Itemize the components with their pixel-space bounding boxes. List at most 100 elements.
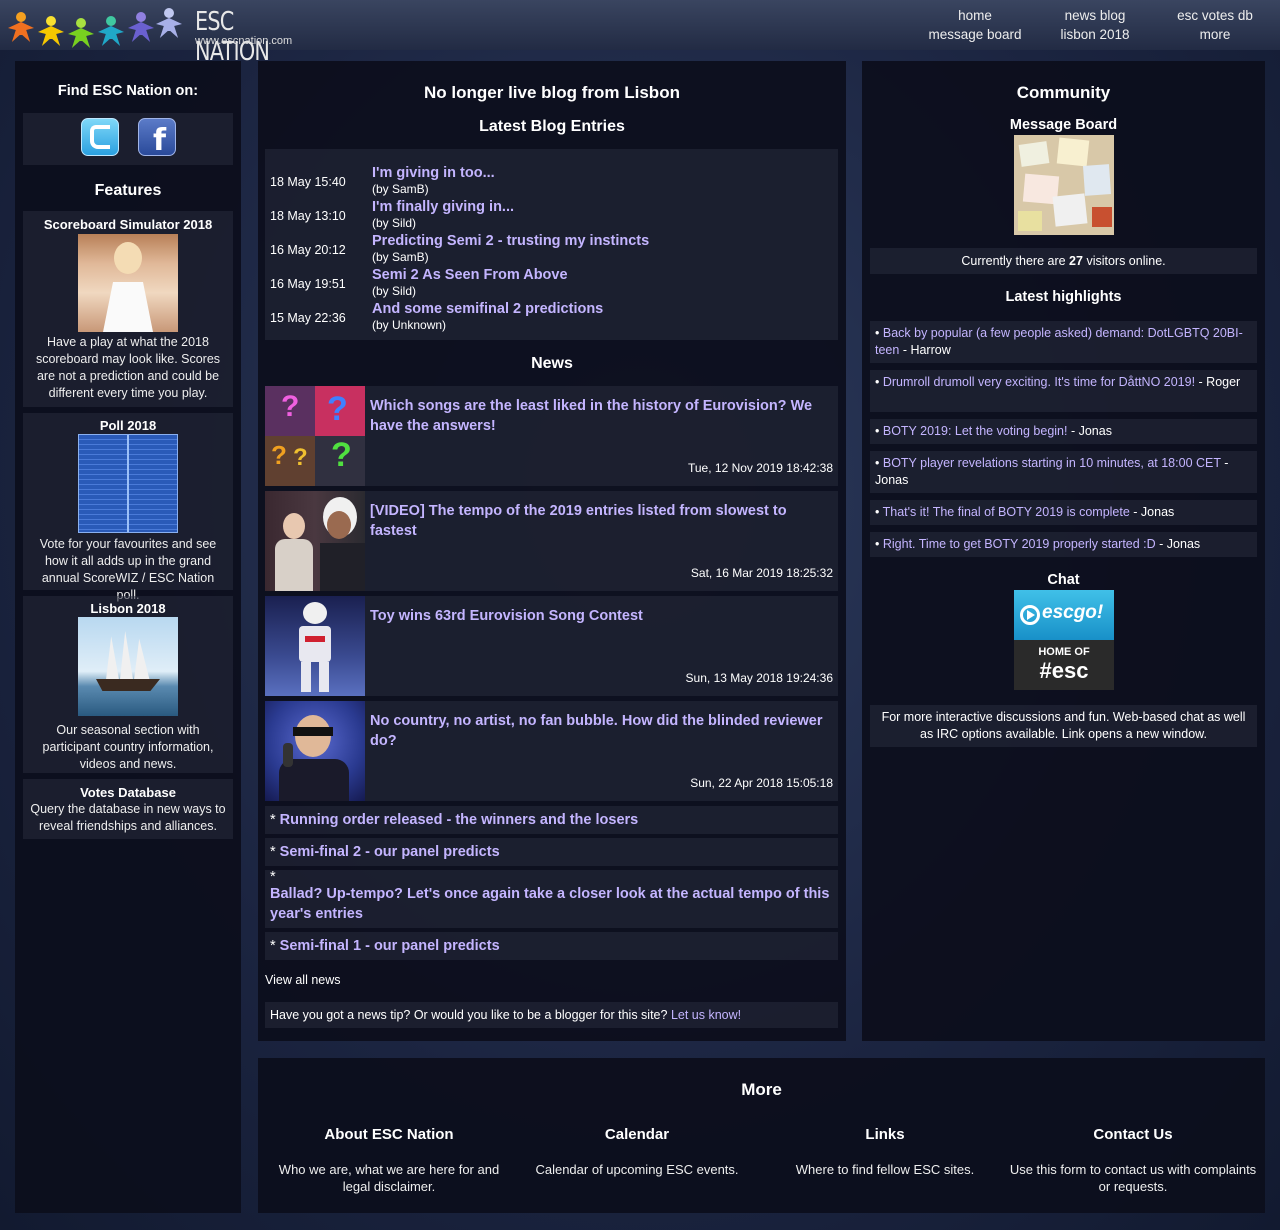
news-link[interactable]: * Ballad? Up-tempo? Let's once again take… (265, 870, 838, 928)
escgo-logo-text: escgo! (1042, 602, 1104, 623)
more-col-title[interactable]: About ESC Nation (264, 1126, 514, 1143)
blog-date: 18 May 13:10 (270, 209, 346, 223)
highlight-item[interactable]: • Drumroll drumoll very exciting. It's t… (870, 370, 1257, 412)
nav-more[interactable]: more (1165, 25, 1265, 44)
highlight-link[interactable]: That's it! The final of BOTY 2019 is com… (883, 505, 1130, 519)
highlight-item[interactable]: • Back by popular (a few people asked) d… (870, 321, 1257, 363)
news-item[interactable]: ? ? ? ? ? Which songs are the least like… (265, 386, 838, 486)
nav-news-blog[interactable]: news blog (1045, 6, 1145, 25)
more-col-desc: Who we are, what we are here for and leg… (278, 1162, 500, 1194)
page-title: No longer live blog from Lisbon (424, 83, 680, 102)
blog-author: (by SamB) (372, 182, 429, 196)
more-about[interactable]: About ESC Nation Who we are, what we are… (264, 1126, 514, 1195)
highlight-item[interactable]: • BOTY player revelations starting in 10… (870, 451, 1257, 493)
nav-esc-votes-db[interactable]: esc votes db (1165, 6, 1265, 25)
visitors-post: visitors online. (1086, 254, 1166, 268)
blog-title[interactable]: And some semifinal 2 predictions (372, 301, 603, 317)
news-link-text[interactable]: Semi-final 2 - our panel predicts (280, 844, 500, 860)
chat-channel: #esc (1039, 658, 1089, 683)
blog-title[interactable]: Predicting Semi 2 - trusting my instinct… (372, 233, 649, 249)
highlights-title: Latest highlights (1005, 289, 1122, 305)
feature-name: Lisbon 2018 (90, 601, 166, 616)
blog-title[interactable]: I'm finally giving in... (372, 199, 514, 215)
blog-entry[interactable]: 18 May 13:10 I'm finally giving in... (b… (265, 199, 838, 233)
message-board-image[interactable] (1014, 135, 1114, 235)
logo-people-graphic (6, 6, 191, 48)
more-col-desc: Where to find fellow ESC sites. (795, 1162, 975, 1177)
blog-entry[interactable]: 16 May 20:12 Predicting Semi 2 - trustin… (265, 233, 838, 267)
facebook-icon[interactable]: f (138, 118, 176, 158)
news-date: Sun, 13 May 2018 19:24:36 (685, 671, 833, 685)
news-item[interactable]: [VIDEO] The tempo of the 2019 entries li… (265, 491, 838, 591)
nav-message-board[interactable]: message board (925, 25, 1025, 44)
news-tip-link[interactable]: Let us know! (671, 1008, 741, 1022)
news-title[interactable]: No country, no artist, no fan bubble. Ho… (370, 711, 825, 751)
highlight-item[interactable]: • Right. Time to get BOTY 2019 properly … (870, 532, 1257, 557)
more-col-title[interactable]: Links (760, 1126, 1010, 1143)
news-link-text[interactable]: Semi-final 1 - our panel predicts (280, 938, 500, 954)
blog-author: (by SamB) (372, 250, 429, 264)
highlight-item[interactable]: • That's it! The final of BOTY 2019 is c… (870, 500, 1257, 525)
blog-entry[interactable]: 18 May 15:40 I'm giving in too... (by Sa… (265, 165, 838, 199)
blog-date: 15 May 22:36 (270, 311, 346, 325)
blog-author: (by Unknown) (372, 318, 447, 332)
feature-name: Votes Database (80, 785, 176, 800)
news-title[interactable]: Toy wins 63rd Eurovision Song Contest (370, 606, 825, 626)
twitter-icon[interactable] (81, 118, 119, 156)
news-title[interactable]: [VIDEO] The tempo of the 2019 entries li… (370, 501, 825, 541)
blog-entry[interactable]: 16 May 19:51 Semi 2 As Seen From Above (… (265, 267, 838, 301)
view-all-news-link[interactable]: View all news (265, 973, 341, 987)
feature-scoreboard[interactable]: Scoreboard Simulator 2018 Have a play at… (23, 211, 233, 407)
feature-lisbon[interactable]: Lisbon 2018 Our seasonal section with pa… (23, 596, 233, 773)
more-col-title[interactable]: Contact Us (1008, 1126, 1258, 1143)
nav-lisbon-2018[interactable]: lisbon 2018 (1045, 25, 1145, 44)
feature-votes-db[interactable]: Votes Database Query the database in new… (23, 779, 233, 839)
news-tip-text: Have you got a news tip? Or would you li… (270, 1008, 668, 1022)
blog-title[interactable]: I'm giving in too... (372, 165, 495, 181)
nav-group-3: esc votes db more (1165, 6, 1265, 44)
highlight-item[interactable]: • BOTY 2019: Let the voting begin! - Jon… (870, 419, 1257, 444)
news-item[interactable]: Toy wins 63rd Eurovision Song Contest Su… (265, 596, 838, 696)
news-tip-box: Have you got a news tip? Or would you li… (265, 1002, 838, 1028)
blog-entry[interactable]: 15 May 22:36 And some semifinal 2 predic… (265, 301, 838, 335)
highlight-author: Jonas (1140, 505, 1175, 519)
blog-title[interactable]: Semi 2 As Seen From Above (372, 267, 568, 283)
news-title[interactable]: Which songs are the least liked in the h… (370, 396, 825, 436)
escgo-chat-logo[interactable]: escgo! HOME OF #esc (1014, 590, 1114, 690)
more-links[interactable]: Links Where to find fellow ESC sites. (760, 1126, 1010, 1178)
feature-poll[interactable]: Poll 2018 Vote for your favourites and s… (23, 413, 233, 602)
blog-section-title: Latest Blog Entries (479, 118, 625, 135)
message-board-title[interactable]: Message Board (862, 117, 1265, 133)
highlight-author: Jonas (1166, 537, 1201, 551)
more-calendar[interactable]: Calendar Calendar of upcoming ESC events… (512, 1126, 762, 1178)
news-item[interactable]: No country, no artist, no fan bubble. Ho… (265, 701, 838, 801)
news-link-text[interactable]: Running order released - the winners and… (280, 812, 639, 828)
news-thumb-blindfolded-singer (265, 701, 365, 801)
feature-desc: Have a play at what the 2018 scoreboard … (35, 335, 221, 400)
highlight-link[interactable]: BOTY 2019: Let the voting begin! (883, 424, 1068, 438)
feature-name: Poll 2018 (99, 418, 157, 433)
poll-scoreboard-image (78, 434, 178, 533)
highlight-link[interactable]: Drumroll drumoll very exciting. It's tim… (883, 375, 1195, 389)
news-link[interactable]: * Semi-final 2 - our panel predicts (265, 838, 838, 866)
social-links: f (23, 113, 233, 165)
highlight-author: Jonas (1078, 424, 1112, 438)
news-link-text[interactable]: Ballad? Up-tempo? Let's once again take … (270, 886, 829, 922)
news-link[interactable]: * Semi-final 1 - our panel predicts (265, 932, 838, 960)
blog-date: 16 May 20:12 (270, 243, 346, 257)
more-section: More About ESC Nation Who we are, what w… (258, 1058, 1265, 1213)
nav-home[interactable]: home (925, 6, 1025, 25)
news-link[interactable]: * Running order released - the winners a… (265, 806, 838, 834)
visitors-online: Currently there are 27 visitors online. (870, 248, 1257, 274)
news-date: Sun, 22 Apr 2018 15:05:18 (690, 776, 833, 790)
news-date: Tue, 12 Nov 2019 18:42:38 (688, 461, 833, 475)
highlight-link[interactable]: Right. Time to get BOTY 2019 properly st… (883, 537, 1156, 551)
more-col-title[interactable]: Calendar (512, 1126, 762, 1143)
logo-url: www.escnation.com (195, 35, 293, 47)
site-logo[interactable]: ESC NATION www.escnation.com (6, 4, 306, 67)
more-contact[interactable]: Contact Us Use this form to contact us w… (1008, 1126, 1258, 1195)
feature-name: Scoreboard Simulator 2018 (43, 217, 213, 232)
main-content: No longer live blog from Lisbon Latest B… (258, 61, 846, 1041)
find-title: Find ESC Nation on: (57, 83, 199, 99)
highlight-link[interactable]: BOTY player revelations starting in 10 m… (883, 456, 1221, 470)
